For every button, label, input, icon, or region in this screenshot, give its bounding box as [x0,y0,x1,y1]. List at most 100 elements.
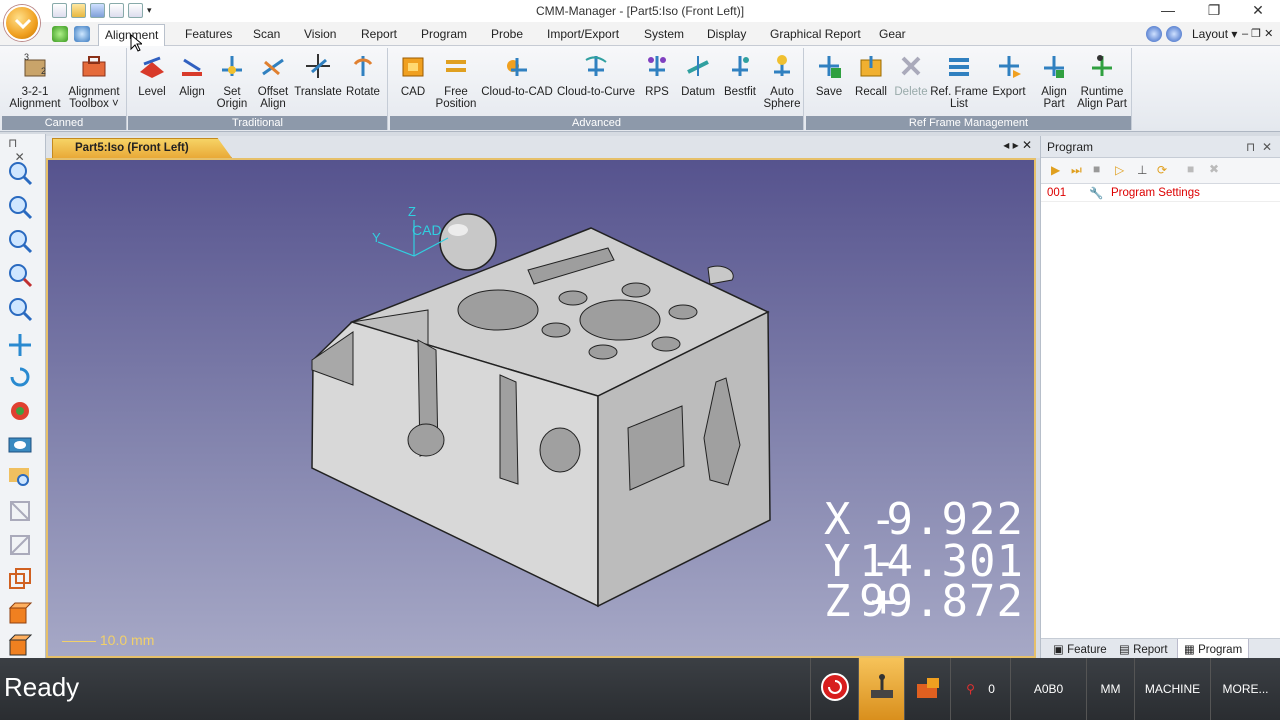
zoom-out-icon[interactable] [7,194,33,220]
coordinate-system-status[interactable]: MACHINE [1134,658,1210,720]
gear-icon[interactable] [74,26,90,42]
cad-button[interactable]: CAD [394,52,432,98]
tab-program[interactable]: Program [415,26,473,46]
datum-button[interactable]: Datum [678,52,718,98]
free-position-icon [442,52,470,80]
export-frame-button[interactable]: Export [990,52,1028,98]
view-search-icon[interactable] [7,464,33,490]
align-button[interactable]: Align [172,52,212,98]
panel-pin-close-icon[interactable]: ⊓ ✕ [1246,140,1272,154]
tab-scan[interactable]: Scan [247,26,286,46]
delete-frame-icon [897,52,925,80]
hidden-line-disabled-icon[interactable] [7,532,33,558]
tab-vision[interactable]: Vision [298,26,342,46]
joystick-button[interactable] [858,658,904,720]
grid-disabled-icon[interactable]: ■ [1187,162,1194,176]
ref-frame-list-icon [945,52,973,80]
zoom-in-icon[interactable] [7,160,33,186]
tab-system[interactable]: System [638,26,690,46]
rps-button[interactable]: RPS [640,52,674,98]
tab-viewport-part5[interactable]: Part5:Iso (Front Left) [52,138,232,158]
tab-probe[interactable]: Probe [485,26,529,46]
minimize-button[interactable]: — [1148,0,1188,22]
program-row[interactable]: 001 🔧 Program Settings [1041,184,1280,202]
rotate-view-icon[interactable] [7,364,33,390]
delete-disabled-icon[interactable]: ✖ [1209,162,1219,176]
help-icon[interactable] [1146,26,1162,42]
wrench-icon: 🔧 [1089,188,1104,200]
free-position-button[interactable]: Free Position [434,52,478,110]
more-button[interactable]: MORE... [1210,658,1280,720]
translate-button[interactable]: Translate [294,52,342,98]
layout-menu[interactable]: Layout ▾ [1186,26,1243,46]
ref-frame-list-button[interactable]: Ref. Frame List [930,52,988,110]
save-frame-button[interactable]: Save [810,52,848,98]
tip-angle-status[interactable]: A0B0 [1010,658,1086,720]
viewport-nav-arrows[interactable]: ◂ ▸ ✕ [1003,138,1032,152]
close-button[interactable]: ✕ [1238,0,1278,22]
mouse-cursor-icon [130,34,142,52]
viewport-tab-label: Part5:Iso (Front Left) [75,142,189,154]
shaded-box-icon[interactable] [7,600,33,626]
cloud-to-curve-icon [582,52,610,80]
zoom-window-icon[interactable] [7,228,33,254]
probe-step-icon[interactable]: ⊥ [1137,163,1147,177]
group-canned: 32 3-2-1 Alignment Alignment Toolbox ˅ C… [2,48,127,130]
units-status[interactable]: MM [1086,658,1134,720]
view-toolbar: ⊓ ✕ [0,134,46,658]
level-button[interactable]: Level [132,52,172,98]
green-status-icon[interactable] [52,26,68,42]
machine-connect-button[interactable] [904,658,950,720]
play-icon[interactable]: ▶ [1051,163,1060,177]
wireframe-disabled-icon[interactable] [7,498,33,524]
alignment-321-button[interactable]: 32 3-2-1 Alignment [6,52,64,110]
offset-align-button[interactable]: Offset Align [252,52,294,110]
play-from-icon[interactable]: ▷ [1115,163,1124,177]
zoom-fit-icon[interactable] [7,296,33,322]
align-part-button[interactable]: Align Part [1034,52,1074,110]
auto-sphere-button[interactable]: Auto Sphere [762,52,802,110]
stop-icon[interactable]: ■ [1093,162,1100,176]
level-label: Level [138,86,166,98]
step-forward-icon[interactable]: ⏭ [1071,163,1082,178]
alignment-toolbox-button[interactable]: Alignment Toolbox ˅ [64,52,124,110]
emergency-stop-button[interactable] [810,658,858,720]
restore-button[interactable]: ❐ [1194,0,1234,22]
recall-frame-button[interactable]: Recall [850,52,892,98]
app-menu-button[interactable] [4,5,40,41]
save-frame-label: Save [815,86,843,98]
loop-icon[interactable]: ⟳ [1157,163,1167,177]
align-part-label-2: Part [1043,98,1065,110]
zoom-dynamic-icon[interactable] [7,262,33,288]
cloud-to-curve-button[interactable]: Cloud-to-Curve [556,52,636,98]
axis-y-label: Y [372,230,381,245]
cloud-to-cad-button[interactable]: Cloud-to-CAD [480,52,554,98]
tab-gear[interactable]: Gear [873,26,912,46]
ribbon-tab-row: Alignment Features Scan Vision Report Pr… [0,22,1280,46]
tab-features[interactable]: Features [179,26,238,46]
tab-graphical-report[interactable]: Graphical Report [764,26,867,46]
set-origin-button[interactable]: Set Origin [212,52,252,110]
runtime-align-part-button[interactable]: Runtime Align Part [1074,52,1130,110]
probe-status[interactable]: ⚲ 0 [950,658,1010,720]
probe-tip-icon: ⚲ [966,682,975,696]
tab-report[interactable]: Report [355,26,403,46]
tab-report-panel[interactable]: ▤ Report [1119,642,1168,656]
tab-import-export[interactable]: Import/Export [541,26,625,46]
rotate-button[interactable]: Rotate [342,52,384,98]
cad-viewport[interactable]: Z Y CAD X - 9.922 Y - 14.301 Z + 99.872 … [46,158,1036,658]
delete-frame-button[interactable]: Delete [894,52,928,98]
group-traditional: Level Align Set Origin Offset Align Tran… [128,48,388,130]
tab-program-panel[interactable]: ▦ Program [1177,639,1250,659]
view-mode-icon[interactable] [7,432,33,458]
info-icon[interactable] [1166,26,1182,42]
tab-program-label: Program [1198,644,1243,656]
reset-view-icon[interactable] [7,398,33,424]
shaded-edge-icon[interactable] [7,632,33,658]
pan-icon[interactable] [7,332,33,358]
bestfit-button[interactable]: Bestfit [720,52,760,98]
tab-display[interactable]: Display [701,26,752,46]
tab-feature[interactable]: ▣ Feature [1053,642,1107,656]
doc-window-controls[interactable]: – ❐ ✕ [1236,26,1279,46]
wireframe-box-icon[interactable] [7,566,33,592]
